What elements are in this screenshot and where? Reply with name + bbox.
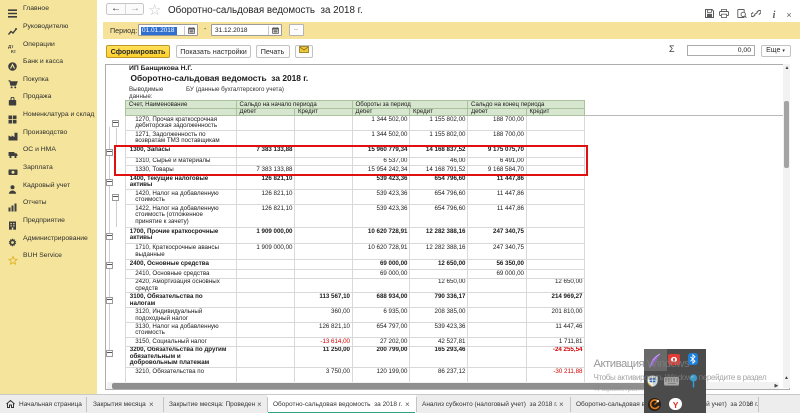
- svg-text:Кт: Кт: [11, 49, 17, 53]
